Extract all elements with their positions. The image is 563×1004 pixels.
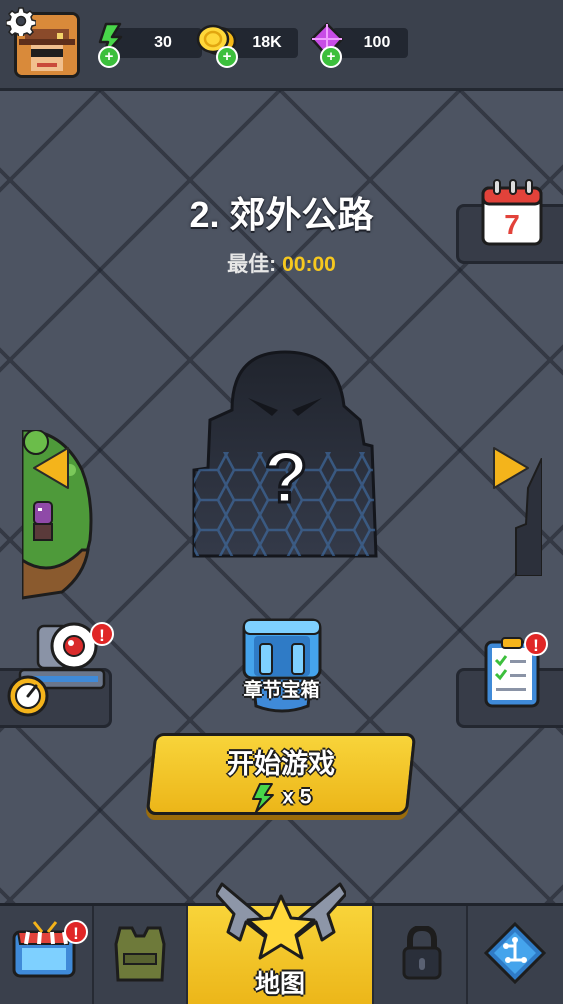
bottom-navigation: ! 地图	[0, 882, 563, 1004]
armor-vest-icon	[114, 926, 166, 982]
nav-map-label: 地图	[254, 970, 305, 998]
shop-alert-badge: !	[64, 920, 88, 944]
start-energy-cost: x 5	[282, 785, 312, 809]
star-guns-icon	[216, 882, 346, 960]
best-time-value: 00:00	[282, 253, 336, 276]
nav-equipment-tab[interactable]	[94, 906, 188, 1004]
mystery-boss-silhouette[interactable]: ?	[192, 350, 378, 558]
quest-alert-badge: !	[524, 632, 548, 656]
lightning-icon	[252, 783, 275, 813]
nav-locked-tab[interactable]	[374, 906, 468, 1004]
add-energy-button[interactable]: +	[98, 46, 120, 68]
timer-dial-icon[interactable]	[6, 674, 50, 718]
coin-counter: 18K +	[196, 24, 298, 68]
calendar-day-number: 7	[504, 209, 520, 240]
mystery-question-mark: ?	[264, 438, 308, 518]
nav-talents-tab[interactable]	[468, 906, 563, 1004]
nav-map-tab[interactable]: 地图	[188, 882, 374, 1004]
circuit-gem-icon	[484, 922, 546, 984]
add-gems-button[interactable]: +	[320, 46, 342, 68]
robot-alert-badge: !	[90, 622, 114, 646]
start-game-button[interactable]: 开始游戏 x 5	[145, 733, 417, 815]
start-game-label: 开始游戏	[226, 749, 335, 779]
calendar-icon[interactable]: 7	[480, 178, 546, 248]
energy-counter: 30 +	[92, 22, 202, 68]
next-level-silhouette	[515, 458, 542, 576]
start-cost-row: x 5	[153, 783, 409, 813]
nav-shop-tab[interactable]: !	[0, 906, 94, 1004]
previous-level-arrow-icon[interactable]	[30, 444, 72, 492]
chapter-chest-label: 章节宝箱	[243, 680, 320, 701]
best-time-label: 最佳:	[227, 253, 277, 276]
gem-counter: 100 +	[308, 22, 408, 68]
top-bar: 30 + 18K + 100 +	[0, 0, 563, 91]
settings-gear-icon[interactable]	[6, 6, 36, 36]
padlock-icon	[402, 926, 442, 980]
add-coins-button[interactable]: +	[216, 46, 238, 68]
